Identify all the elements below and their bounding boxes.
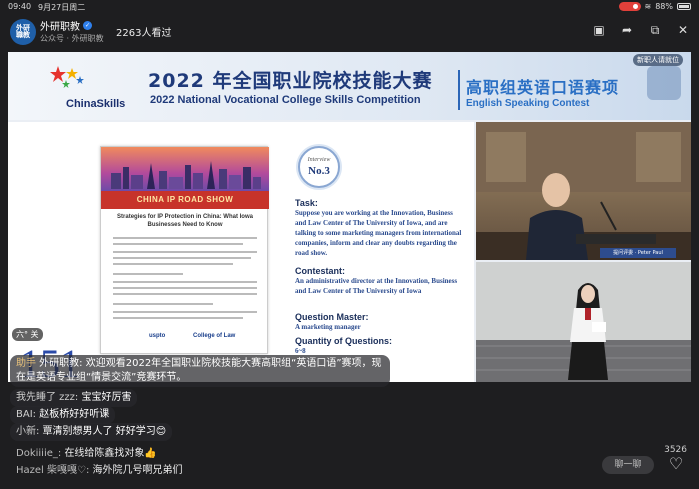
contest-title-cn: 高职组英语口语赛项 bbox=[466, 78, 620, 97]
quantity-heading: Quantity of Questions: bbox=[295, 336, 393, 346]
poster-text-line bbox=[113, 311, 257, 313]
chat-text: 海外院几号啊兄弟们 bbox=[92, 465, 183, 476]
chat-user: Dokiiiie_: bbox=[16, 448, 62, 459]
judge-camera-feed: 提问评委 · Peter Paul bbox=[476, 122, 691, 260]
bottom-bar: Dokiiiie_: 在线给陈鑫找对象👍 Hazel 柴嘎嘎♡: 海外院几号啊兄… bbox=[0, 440, 699, 489]
task-heading: Task: bbox=[295, 198, 318, 208]
chat-user: BAI: bbox=[16, 409, 37, 420]
task-section: Task: Suppose you are working at the Inn… bbox=[295, 198, 463, 258]
chat-user: 助手 bbox=[16, 358, 36, 369]
live-video[interactable]: ChinaSkills 2022 年全国职业院校技能大赛 2022 Nation… bbox=[8, 52, 691, 382]
viewer-count: 2263人看过 bbox=[116, 28, 172, 39]
status-time: 09:40 bbox=[8, 2, 32, 11]
contestant-camera-feed bbox=[476, 262, 691, 382]
account-subtitle: 公众号 · 外研职教 bbox=[40, 34, 104, 43]
chat-user: Hazel 柴嘎嘎♡: bbox=[16, 465, 90, 476]
poster-text-line bbox=[113, 237, 257, 239]
poster-text-line bbox=[113, 281, 257, 283]
chat-text: 在线给陈鑫找对象👍 bbox=[64, 448, 157, 459]
judge-nameplate: 提问评委 · Peter Paul bbox=[600, 248, 676, 258]
chat-input-button[interactable]: 聊一聊 bbox=[602, 456, 654, 474]
poster-subtitle: Strategies for IP Protection in China: W… bbox=[117, 214, 253, 228]
battery-icon bbox=[677, 3, 691, 10]
account-name[interactable]: 外研职教 bbox=[40, 18, 80, 33]
judge-scene bbox=[476, 122, 691, 260]
battery-percent: 88% bbox=[655, 2, 673, 11]
poster-banner: CHINA IP ROAD SHOW bbox=[101, 191, 269, 209]
question-master-text: A marketing manager bbox=[295, 323, 361, 331]
bottom-chat-message: Hazel 柴嘎嘎♡: 海外院几号啊兄弟们 bbox=[16, 461, 183, 476]
picture-in-picture-icon[interactable]: ▣ bbox=[591, 22, 607, 38]
quantity-section: Quantity of Questions: 6~8 bbox=[295, 336, 463, 356]
contestant-scene bbox=[476, 262, 691, 382]
chat-text: 外研职教: 欢迎观看2022年全国职业院校技能大赛高职组“英语口语”赛项，现在是… bbox=[16, 358, 382, 383]
road-show-poster: CHINA IP ROAD SHOW Strategies for IP Pro… bbox=[100, 146, 269, 354]
live-stream-screen: 09:40 9月27日周二 ≋ 88% 外研 職教 外研职教 ✓ 公众号 · 外… bbox=[0, 0, 699, 489]
floating-widget[interactable] bbox=[647, 66, 681, 100]
poster-logo-uspto: uspto bbox=[149, 333, 166, 339]
wifi-icon: ≋ bbox=[644, 2, 652, 11]
status-icons: ≋ 88% bbox=[618, 2, 691, 11]
close-icon[interactable]: ✕ bbox=[675, 22, 691, 38]
poster-logo-college: College of Law bbox=[193, 333, 236, 339]
verified-icon: ✓ bbox=[83, 21, 92, 30]
poster-text-line bbox=[113, 251, 257, 253]
poster-header-image bbox=[101, 147, 269, 191]
chat-text: 覃清别想男人了 好好学习😊 bbox=[39, 426, 167, 437]
contest-title-en: English Speaking Contest bbox=[466, 98, 590, 109]
chat-message: 助手 外研职教: 欢迎观看2022年全国职业院校技能大赛高职组“英语口语”赛项，… bbox=[10, 355, 390, 387]
stream-tag: 六° 关 bbox=[12, 328, 43, 341]
poster-text-line bbox=[113, 303, 213, 305]
skyline-icon bbox=[111, 161, 261, 189]
chat-message: 小新: 覃清别想男人了 好好学习😊 bbox=[10, 423, 173, 441]
interview-label: Interview bbox=[307, 157, 331, 163]
recording-icon bbox=[618, 2, 641, 11]
interview-number: No.3 bbox=[308, 165, 330, 177]
question-master-heading: Question Master: bbox=[295, 312, 369, 322]
float-window-icon[interactable]: ⧉ bbox=[647, 22, 663, 38]
chat-message: BAI: 赵板桥好好听课 bbox=[10, 406, 116, 424]
poster-text-line bbox=[113, 263, 233, 265]
competition-title-en: 2022 National Vocational College Skills … bbox=[150, 94, 421, 106]
chat-message: 我先睡了 zzz: 宝宝好厉害 bbox=[10, 389, 138, 407]
poster-text-line bbox=[113, 293, 257, 295]
chinaskills-brand: ChinaSkills bbox=[66, 98, 126, 110]
poster-text-line bbox=[113, 273, 183, 275]
chat-user: 我先睡了 zzz: bbox=[16, 392, 79, 403]
poster-text-line bbox=[113, 317, 243, 319]
task-text: Suppose you are working at the Innovatio… bbox=[295, 209, 462, 257]
contestant-section: Contestant: An administrative director a… bbox=[295, 266, 463, 296]
status-bar: 09:40 9月27日周二 ≋ 88% bbox=[0, 0, 699, 14]
contestant-text: An administrative director at the Innova… bbox=[295, 277, 458, 295]
status-date: 9月27日周二 bbox=[38, 3, 86, 12]
contestant-heading: Contestant: bbox=[295, 266, 345, 276]
chinaskills-logo-icon bbox=[50, 66, 84, 88]
stream-header: 外研 職教 外研职教 ✓ 公众号 · 外研职教 2263人看过 ▣ ➦ ⧉ ✕ bbox=[0, 14, 699, 50]
presentation-slide: CHINA IP ROAD SHOW Strategies for IP Pro… bbox=[8, 122, 474, 382]
account-name-row[interactable]: 外研职教 ✓ bbox=[40, 18, 92, 33]
account-avatar[interactable]: 外研 職教 bbox=[10, 19, 36, 45]
poster-text-line bbox=[113, 243, 243, 245]
competition-title-cn: 2022 年全国职业院校技能大赛 bbox=[148, 70, 433, 92]
chat-text: 宝宝好厉害 bbox=[78, 392, 132, 403]
poster-text-line bbox=[113, 287, 257, 289]
bottom-chat-message: Dokiiiie_: 在线给陈鑫找对象👍 bbox=[16, 444, 157, 459]
banner-divider bbox=[458, 70, 460, 110]
competition-banner: ChinaSkills 2022 年全国职业院校技能大赛 2022 Nation… bbox=[8, 52, 691, 120]
chat-text: 赵板桥好好听课 bbox=[36, 409, 110, 420]
header-actions: ▣ ➦ ⧉ ✕ bbox=[591, 22, 691, 38]
share-icon[interactable]: ➦ bbox=[619, 22, 635, 38]
poster-text-line bbox=[113, 257, 251, 259]
question-master-section: Question Master: A marketing manager bbox=[295, 312, 463, 332]
like-icon[interactable]: ♡ bbox=[664, 454, 688, 476]
interview-badge: Interview No.3 bbox=[298, 146, 340, 188]
chat-user: 小新: bbox=[16, 426, 40, 437]
newcomer-tip[interactable]: 新职人请就位 bbox=[633, 54, 683, 66]
